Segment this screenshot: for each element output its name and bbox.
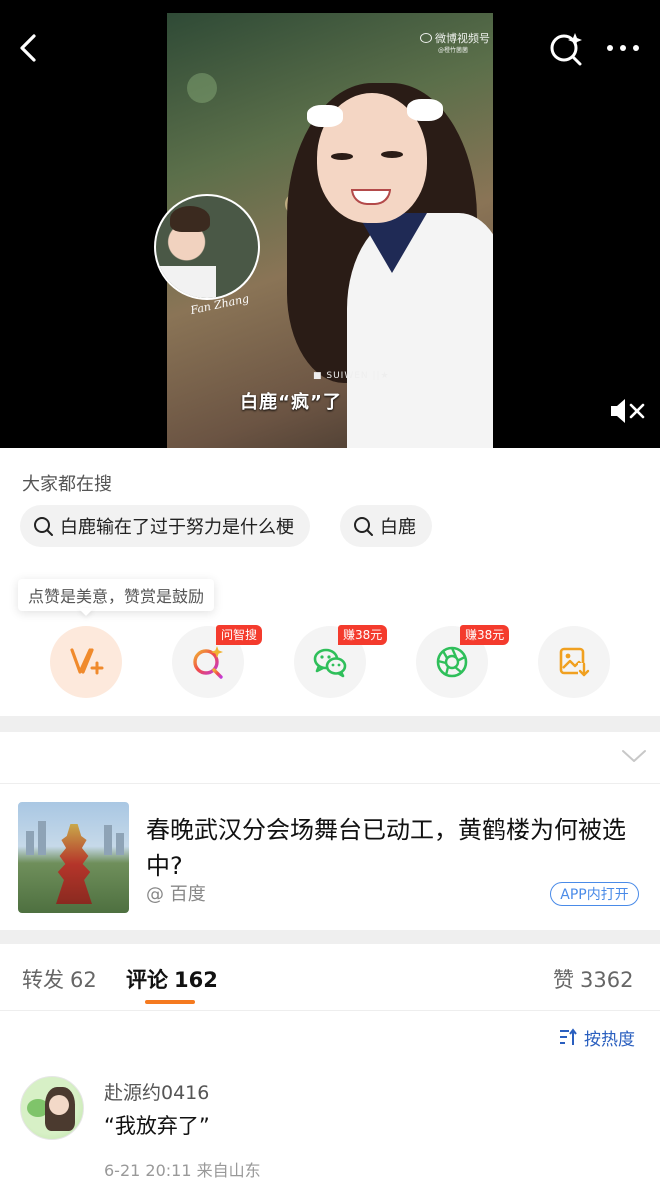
section-divider	[0, 716, 660, 732]
article-thumbnail[interactable]	[18, 802, 129, 913]
tab-likes[interactable]: 赞 3362	[553, 964, 633, 994]
video-player[interactable]: 微博视频号 @橙竹菌菌 ■ SUIWEN ||★ 白鹿“疯”了 Fan Zhan…	[0, 0, 660, 448]
more-dots-icon[interactable]	[603, 32, 643, 64]
save-image-button[interactable]	[538, 626, 610, 698]
tab-comments-label: 评论	[126, 968, 168, 992]
back-arrow-icon[interactable]	[14, 30, 44, 66]
wechat-earn-badge: 赚38元	[338, 625, 388, 645]
tab-repost-label: 转发	[22, 968, 64, 992]
active-tab-indicator	[145, 1000, 195, 1004]
search-icon	[34, 517, 53, 536]
chip-label: 白鹿输在了过于努力是什么梗	[60, 517, 294, 538]
comment-text: “我放弃了”	[104, 1114, 210, 1138]
tabs-divider	[0, 1010, 660, 1011]
sort-label: 按热度	[584, 1029, 635, 1050]
tip-arrow	[78, 608, 94, 616]
tab-comments-count: 162	[174, 968, 218, 992]
moments-earn-badge: 赚38元	[460, 625, 510, 645]
sparkle-search-icon[interactable]	[548, 30, 584, 66]
trending-title: 大家都在搜	[22, 474, 112, 495]
article-title[interactable]: 春晚武汉分会场舞台已动工，黄鹤楼为何被选中?	[146, 812, 641, 884]
muted-speaker-icon[interactable]	[607, 395, 647, 427]
chevron-down-icon[interactable]	[620, 746, 648, 766]
comment-username[interactable]: 赴源约0416	[104, 1078, 209, 1105]
ask-zhisou-icon	[193, 646, 223, 679]
reward-button[interactable]	[50, 626, 122, 698]
reward-v-plus-icon	[70, 648, 104, 675]
video-brand-text: ■ SUIWEN ||★	[313, 371, 390, 381]
video-inset-portrait: Fan Zhang	[154, 180, 260, 328]
moments-icon	[436, 646, 468, 678]
tab-likes-count: 3362	[580, 968, 634, 992]
section-divider	[0, 930, 660, 944]
article-source: @ 百度	[146, 884, 206, 905]
trending-chip-2[interactable]: 白鹿	[340, 505, 432, 547]
zhisou-badge: 问智搜	[216, 625, 263, 645]
tab-likes-label: 赞	[553, 968, 574, 992]
comment-meta: 6-21 20:11 来自山东	[104, 1161, 261, 1180]
sort-by-hot-button[interactable]: 按热度	[558, 1025, 635, 1050]
tab-repost-count: 62	[70, 968, 97, 992]
save-image-icon	[559, 647, 590, 678]
sort-icon	[560, 1028, 577, 1045]
video-watermark: 微博视频号 @橙竹菌菌	[420, 33, 490, 57]
chip-label: 白鹿	[380, 517, 416, 538]
trending-chip-1[interactable]: 白鹿输在了过于努力是什么梗	[20, 505, 310, 547]
avatar[interactable]	[20, 1076, 84, 1140]
search-icon	[354, 517, 373, 536]
video-caption: 白鹿“疯”了	[240, 392, 342, 413]
tab-comments[interactable]: 评论 162	[126, 964, 218, 994]
collapse-row[interactable]	[0, 732, 660, 784]
wechat-icon	[313, 648, 347, 678]
tab-repost[interactable]: 转发 62	[22, 964, 97, 994]
open-in-app-button[interactable]: APP内打开	[550, 882, 639, 906]
reward-tip: 点赞是美意，赞赏是鼓励	[18, 579, 215, 611]
